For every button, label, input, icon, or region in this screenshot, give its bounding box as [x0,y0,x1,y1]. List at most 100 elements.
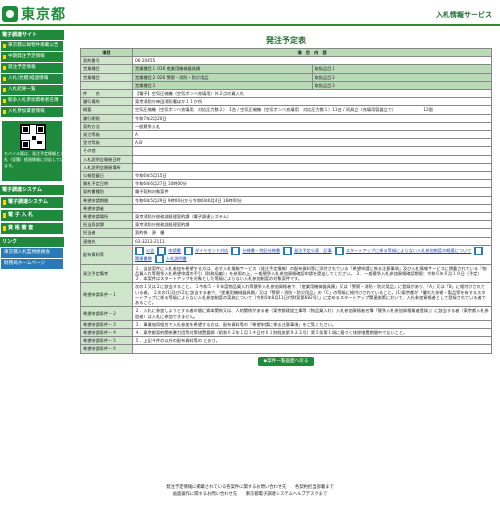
row-label: 担当局部課 [80,220,133,230]
qualification-button[interactable]: 資 格 審 査 [1,223,63,234]
row-label: 履行期限 [80,113,133,123]
row-value: 06-20455 [132,56,492,66]
row-value: １．当該案件に入札参加を希望する方は、必ず入札情報サービス（発注予定情報）の配布… [132,263,492,284]
table-row: 希望申請条件－２ ２．入札に参加しようとする者の間に資本関係又は、人的関係がある者… [80,306,492,321]
sidebar-item-midterm-plan[interactable]: 中期発注予定情報 [1,52,63,62]
e-procurement-top-button[interactable]: 電子調達システム(TOP) [1,197,63,216]
link-bid-committee[interactable]: 東京都入札監視委員会 [1,248,63,258]
document-icon [231,246,241,255]
sidebar-item-bid-progress[interactable]: 入札(見積)経過情報 [1,74,63,84]
document-icon [154,254,164,263]
row-value: 電子契約対象案件 [132,187,492,197]
row-label: 発注予定備考 [80,263,133,284]
row-label: 契約番号 [80,56,133,66]
row-label: 担当者 [80,228,133,238]
table-row: 履行場所 東京消防庁神田消防署ほか１１か所 [80,97,492,107]
sidebar-item-order-plan[interactable]: 発注予定情報 [1,63,63,73]
table-row: 営業種目３ 取扱品目３ [80,80,492,91]
row-label: 営業種目 [80,72,133,82]
row-label: 受付等級 [80,138,133,148]
tokyo-logo[interactable]: 東京都 [2,4,66,24]
row-label: 希望申請者 [80,203,133,214]
row-value: 次の１又は２に該当すること。 １今和５・６年度物品買入れ等競争入札参加資格者で、… [132,282,492,308]
row-value: 令和6年5月29日 9時00分から令和6年6月4日 16時00分 [132,195,492,205]
table-row: 開札予定日時 令和6年6月27日 10時00分 [80,179,492,189]
row-label: 発注等級 [80,130,133,140]
qr-code-icon [20,124,46,150]
document-icon [135,246,144,255]
table-row: 発注等級 A [80,130,492,140]
row-value: ５．上記４件の以外の配布資料等の とおり。 [132,336,492,346]
row-value: 東京消防庁総務部経理契約課（電子調達システム） [132,212,492,222]
document-link[interactable]: 入札説明書 [166,256,187,261]
document-icon [474,246,484,255]
row-label: 希望申請条件－５ [80,336,133,346]
row-label: 配布資料等 [80,244,133,265]
document-link[interactable]: スタートアップに係る等級によらない入札参加制度の概要について [346,248,472,253]
row-value: A [132,130,492,140]
table-row: 入札説明会開催日時 [80,154,492,164]
sidebar-item-bid-results[interactable]: 入札結果一覧 [1,85,63,95]
table-row: 契約書種別 電子契約対象案件 [80,187,492,197]
sidebar-item-gazette[interactable]: 東京都公報物件掲載公告 [1,41,63,51]
sidebar-item-bidder-info[interactable]: 入札参加業者情報 [1,107,63,117]
document-link[interactable]: ダイヤモンド対応 [195,248,228,253]
sidebar-item-qualified-list[interactable]: 競争入札参加資格者名簿 [1,96,63,106]
document-link[interactable]: 発注予定公表 記事 [294,248,332,253]
mobile-qr-box: モバイル版は、発注予定情報と入札（見積）経過情報に対応しています。 [2,121,64,181]
row-label: 契約方法 [80,121,133,132]
links-head: リンク [0,237,64,247]
row-value: 令和6年6月27日 10時00分 [132,179,492,189]
table-row: 連絡先 03-3212-2111 [80,236,492,246]
table-row: 契約番号 06-20455 [80,56,492,66]
row-value: 営業種目１ 016 産業用機械器具類 [132,64,313,74]
e-bidding-button[interactable]: 電 子 入 札 [1,210,63,221]
return-to-list-button[interactable]: ◆案件一覧画面へ戻る [258,356,314,366]
page-title: 発注予定表 [266,36,306,45]
row-value: ３．事業協同組合で入札参加を希望する方は、配布資料等の「希望申請に係る注意事項」… [132,319,492,329]
row-value: 契約係 源 優 [132,228,492,238]
row-value [132,146,492,156]
row-label: 希望申請場所 [80,212,133,222]
row-value: 【電子】空気圧縮機（空気ボンベ充填用）外２点の買入れ [132,89,492,99]
link-finance-bureau[interactable]: 財務局ホームページ [1,259,63,269]
row-value: 令和6年5月15日 [132,171,492,181]
mobile-description: モバイル版は、発注予定情報と入札（見積）経過情報に対応しています。 [4,151,64,168]
document-link[interactable]: 仕様書・特記仕様書 [242,248,280,253]
table-row: 件 名【電子】空気圧縮機（空気ボンベ充填用）外２点の買入れ [80,89,492,99]
header: 東京都 入札情報サービス [0,0,500,26]
row-value: 東京消防庁神田消防署ほか１１か所 [132,97,492,107]
document-links: 公告 申請書 ダイヤモンド対応 仕様書・特記仕様書 発注予定公表 記事 スタートアップに係… [132,244,492,265]
row-label: 希望申請条件－４ [80,327,133,338]
table-row: 担当者 契約係 源 優 [80,228,492,238]
table-row: 希望申請条件－６ [80,344,492,354]
table-row: 入札説明会開催場所 [80,162,492,173]
site-title: 入札情報サービス [436,11,492,19]
row-label: 入札説明会開催日時 [80,154,133,164]
row-label: 希望申請条件－３ [80,319,133,329]
document-link[interactable]: 公告 [146,248,154,253]
row-value: A,B [132,138,492,148]
document-link[interactable]: 関連書類 [135,256,152,261]
row-extra: 取扱品目２ [311,72,492,82]
table-row: 履行期限 令和7年2月20日 [80,113,492,123]
row-value: 03-3212-2111 [132,236,492,246]
document-link[interactable]: 申請書 [168,248,181,253]
document-icon [157,246,167,255]
row-value: 営業種目２ 026 警察・消防・防災用品 [132,72,313,82]
row-label: 連絡先 [80,236,133,246]
table-row: 営業種目 営業種目１ 016 産業用機械器具類 取扱品目１ [80,64,492,74]
footer: 発注予定情報に掲載されている各案件に関するお問い合わせ先 各契約担当部署まで 画… [60,485,440,498]
column-header-item: 項目 [80,47,133,58]
row-value: 一般競争入札 [132,121,492,132]
table-row: 希望申請条件－５ ５．上記４件の以外の配布資料等の とおり。 [80,336,492,346]
document-icon [183,246,193,255]
footer-helpdesk-line: 画面操作に関するお問い合わせ先 東京都電子調達システムヘルプデスクまで [172,491,328,497]
row-label: その他 [80,146,133,156]
row-label: 履行場所 [80,97,133,107]
row-value [132,154,492,164]
detail-table: 項目 項 目 内 容 契約番号 06-20455 営業種目 営業種目１ 016 産業用… [80,47,492,354]
document-icon [283,246,293,255]
table-row: 希望申請期間 令和6年5月29日 9時00分から令和6年6月4日 16時00分 [80,195,492,205]
row-label: 開札予定日時 [80,179,133,189]
